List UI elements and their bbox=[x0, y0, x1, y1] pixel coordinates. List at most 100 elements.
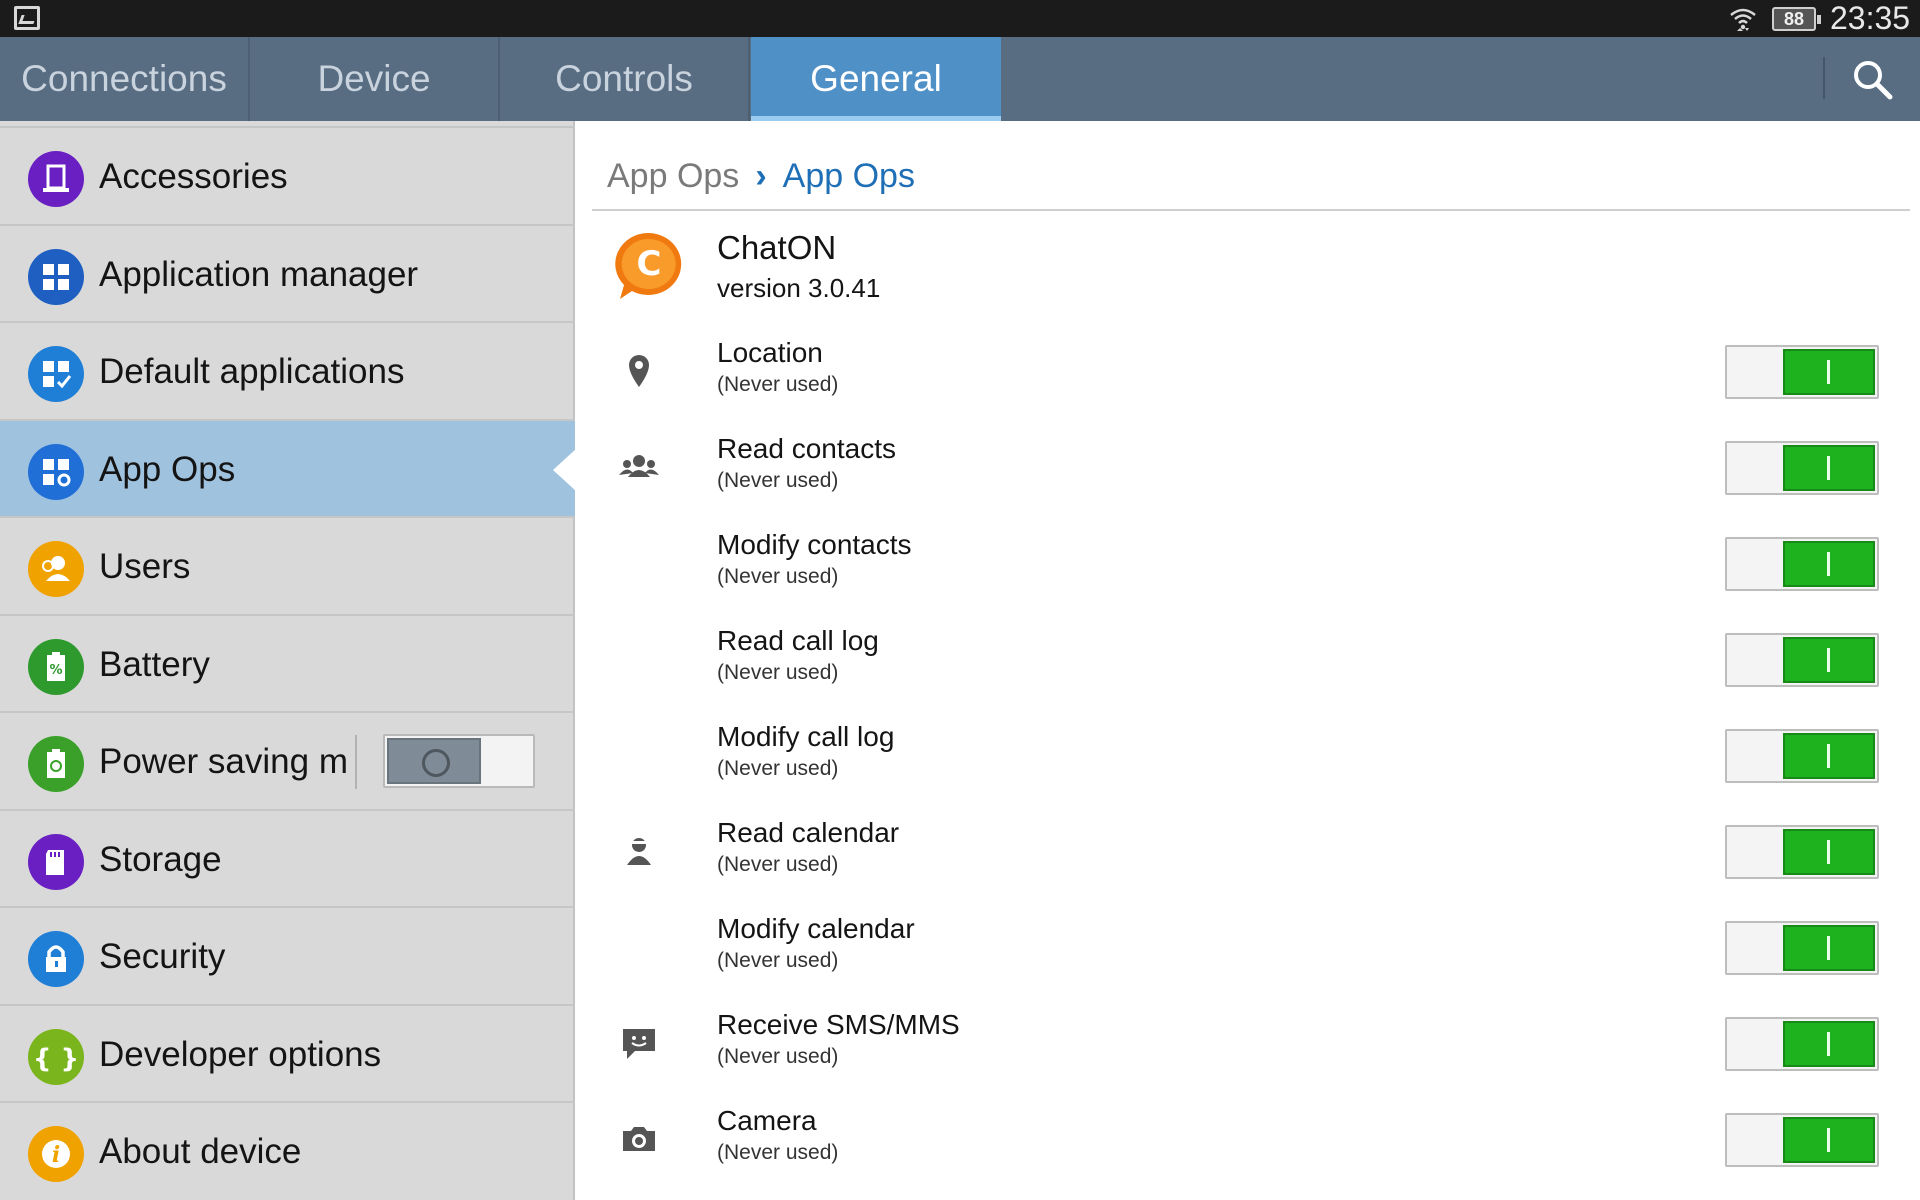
info-icon: i bbox=[28, 1126, 84, 1182]
camera-icon bbox=[623, 1127, 655, 1151]
app-name: ChatON bbox=[717, 229, 837, 266]
sidebar-item-label: Developer options bbox=[99, 1034, 382, 1074]
chevron-right-icon: › bbox=[755, 157, 767, 195]
settings-sidebar: Accessories Application manager Default … bbox=[0, 121, 577, 1200]
sidebar-item-app-ops[interactable]: App Ops bbox=[0, 418, 577, 516]
grid-check-icon bbox=[28, 346, 84, 402]
divider bbox=[1823, 57, 1825, 99]
sidebar-item-storage[interactable]: Storage bbox=[0, 808, 575, 907]
permission-row-read-call-log[interactable]: Read call log (Never used) bbox=[607, 615, 1897, 711]
svg-text:{ }: { } bbox=[33, 1044, 79, 1074]
sidebar-item-label: About device bbox=[99, 1132, 302, 1171]
sidebar-item-users[interactable]: Users bbox=[0, 516, 575, 614]
permission-status: (Never used) bbox=[717, 1141, 839, 1164]
sidebar-item-label: Accessories bbox=[99, 157, 288, 196]
app-ops-detail: App Ops › App Ops C ChatON version 3.0.41 … bbox=[577, 121, 1920, 1200]
app-header: C ChatON version 3.0.41 bbox=[607, 225, 1897, 317]
permission-status: (Never used) bbox=[717, 661, 839, 684]
permission-toggle[interactable] bbox=[1725, 633, 1879, 687]
divider bbox=[592, 209, 1910, 211]
clock: 23:35 bbox=[1830, 0, 1911, 36]
sidebar-item-accessories[interactable]: Accessories bbox=[0, 126, 575, 224]
sidebar-item-label: Battery bbox=[99, 644, 210, 684]
permission-toggle[interactable] bbox=[1725, 345, 1879, 399]
breadcrumb: App Ops › App Ops bbox=[607, 151, 915, 201]
person-icon bbox=[627, 838, 651, 865]
status-bar: 88 23:35 bbox=[0, 0, 1920, 37]
wifi-icon bbox=[1730, 8, 1756, 31]
sd-card-icon bbox=[28, 833, 84, 890]
battery-icon: 88 bbox=[1772, 7, 1821, 31]
sidebar-item-security[interactable]: Security bbox=[0, 906, 575, 1004]
svg-text:C: C bbox=[637, 244, 662, 284]
sidebar-item-label: Power saving mc bbox=[99, 742, 349, 781]
permission-toggle[interactable] bbox=[1725, 1017, 1879, 1071]
permission-row-modify-call-log[interactable]: Modify call log (Never used) bbox=[607, 711, 1897, 807]
permission-title: Modify call log bbox=[717, 721, 895, 752]
grid-gear-icon bbox=[28, 443, 84, 500]
permission-title: Receive SMS/MMS bbox=[717, 1009, 960, 1040]
tab-general[interactable]: General bbox=[751, 37, 1001, 121]
sidebar-item-power-saving[interactable]: Power saving mc bbox=[0, 711, 575, 809]
contacts-group-icon bbox=[619, 455, 659, 477]
battery-percent-icon: % bbox=[28, 638, 84, 695]
braces-icon: { } bbox=[28, 1028, 84, 1085]
permission-row-modify-contacts[interactable]: Modify contacts (Never used) bbox=[607, 519, 1897, 615]
permission-row-receive-sms[interactable]: Receive SMS/MMS (Never used) bbox=[607, 999, 1897, 1095]
permission-row-location[interactable]: Location (Never used) bbox=[607, 327, 1897, 423]
breadcrumb-parent[interactable]: App Ops bbox=[607, 157, 739, 195]
sidebar-item-label: Security bbox=[99, 937, 226, 976]
accessories-icon bbox=[28, 151, 84, 207]
grid-icon bbox=[28, 248, 84, 305]
sidebar-item-label: Default applications bbox=[99, 352, 405, 391]
permission-status: (Never used) bbox=[717, 565, 839, 588]
svg-text:i: i bbox=[52, 1142, 60, 1168]
tab-connections[interactable]: Connections bbox=[0, 37, 250, 121]
sidebar-item-battery[interactable]: % Battery bbox=[0, 613, 575, 712]
permission-title: Read calendar bbox=[717, 817, 900, 848]
tab-device[interactable]: Device bbox=[250, 37, 500, 121]
permission-row-read-calendar[interactable]: Read calendar (Never used) bbox=[607, 807, 1897, 903]
sidebar-item-about-device[interactable]: i About device bbox=[0, 1101, 575, 1199]
users-icon bbox=[28, 541, 84, 597]
app-version: version 3.0.41 bbox=[717, 273, 881, 303]
location-pin-icon bbox=[629, 355, 649, 387]
permission-row-read-contacts[interactable]: Read contacts (Never used) bbox=[607, 423, 1897, 519]
chaton-logo-icon: C bbox=[615, 232, 682, 299]
sidebar-item-label: Storage bbox=[99, 839, 222, 879]
settings-tab-bar: Connections Device Controls General bbox=[0, 37, 1920, 121]
permission-status: (Never used) bbox=[717, 757, 839, 780]
permission-status: (Never used) bbox=[717, 373, 839, 396]
permission-row-camera[interactable]: Camera (Never used) bbox=[607, 1095, 1897, 1191]
sidebar-item-label: Application manager bbox=[99, 254, 419, 294]
permission-title: Read contacts bbox=[717, 433, 896, 464]
permission-toggle[interactable] bbox=[1725, 1113, 1879, 1167]
permission-toggle[interactable] bbox=[1725, 441, 1879, 495]
sidebar-item-label: Users bbox=[99, 547, 191, 586]
selection-indicator bbox=[553, 447, 577, 492]
search-icon[interactable] bbox=[1848, 55, 1896, 103]
svg-text:%: % bbox=[49, 663, 62, 678]
power-saving-icon bbox=[28, 736, 84, 792]
permission-title: Location bbox=[717, 337, 823, 368]
gallery-icon bbox=[14, 6, 40, 30]
permission-toggle[interactable] bbox=[1725, 921, 1879, 975]
permission-status: (Never used) bbox=[717, 1045, 839, 1068]
permission-title: Camera bbox=[717, 1105, 817, 1136]
sidebar-item-default-applications[interactable]: Default applications bbox=[0, 321, 575, 419]
permission-title: Modify calendar bbox=[717, 913, 915, 944]
permission-status: (Never used) bbox=[717, 853, 839, 876]
permission-toggle[interactable] bbox=[1725, 537, 1879, 591]
power-saving-toggle[interactable] bbox=[383, 734, 535, 788]
permission-toggle[interactable] bbox=[1725, 729, 1879, 783]
permission-status: (Never used) bbox=[717, 469, 839, 492]
sidebar-item-application-manager[interactable]: Application manager bbox=[0, 223, 575, 322]
tab-controls[interactable]: Controls bbox=[500, 37, 750, 121]
permission-title: Read call log bbox=[717, 625, 879, 656]
divider bbox=[355, 735, 357, 789]
message-icon bbox=[623, 1029, 655, 1059]
permission-row-modify-calendar[interactable]: Modify calendar (Never used) bbox=[607, 903, 1897, 999]
permission-status: (Never used) bbox=[717, 949, 839, 972]
sidebar-item-developer-options[interactable]: { } Developer options bbox=[0, 1003, 575, 1102]
permission-toggle[interactable] bbox=[1725, 825, 1879, 879]
